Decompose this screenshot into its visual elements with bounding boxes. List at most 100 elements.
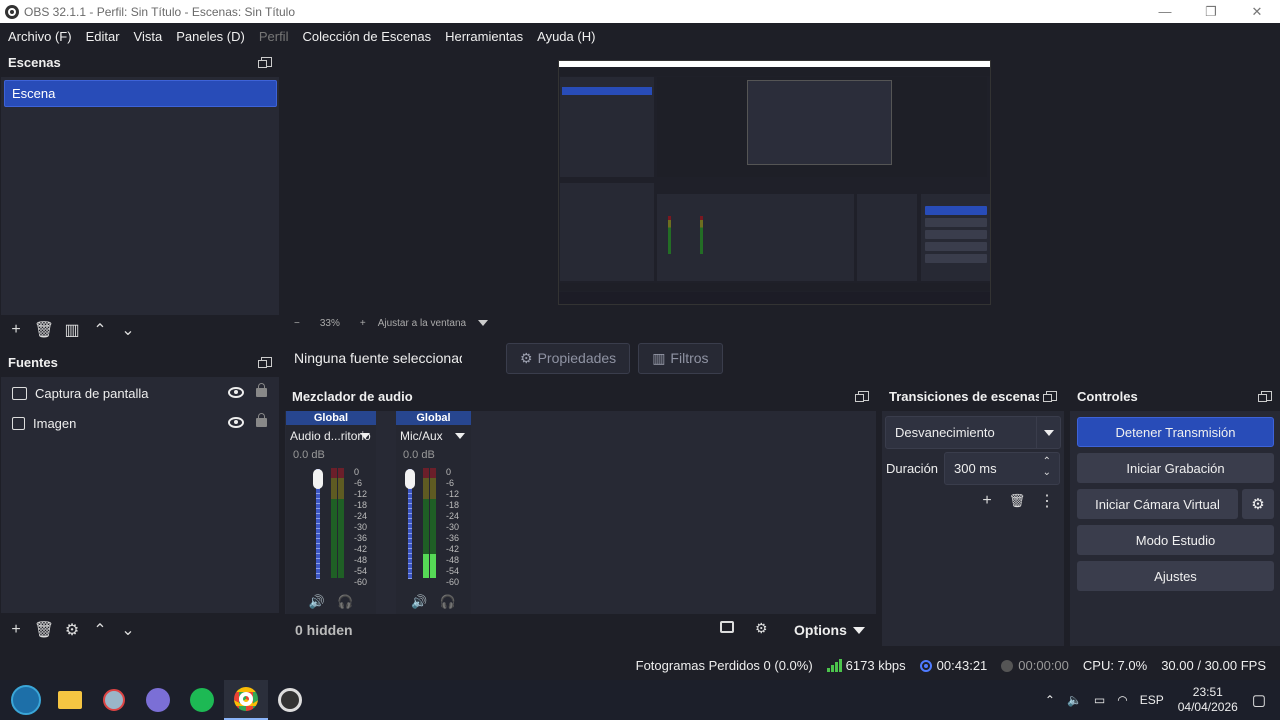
lock-icon[interactable] — [256, 383, 267, 397]
undock-icon[interactable] — [258, 57, 272, 68]
add-scene-button[interactable]: + — [2, 316, 30, 344]
filters-button[interactable]: ▥ Filtros — [638, 342, 723, 374]
chevron-down-icon — [455, 433, 465, 439]
menu-editar[interactable]: Editar — [79, 29, 127, 44]
spotify-icon[interactable] — [180, 680, 224, 720]
notifications-icon[interactable]: ▢ — [1252, 691, 1266, 709]
transition-selected: Desvanecimiento — [895, 425, 995, 440]
options-menu[interactable]: Options — [794, 622, 847, 638]
zoom-mode-select[interactable]: Ajustar a la ventana — [378, 318, 466, 329]
chevron-down-icon[interactable] — [478, 320, 489, 326]
battery-icon[interactable]: ▭ — [1094, 693, 1105, 707]
messenger-app-icon[interactable] — [136, 680, 180, 720]
delete-transition-button[interactable]: 🗑 — [1003, 487, 1031, 515]
chevron-up-icon[interactable]: ⌃ — [1043, 456, 1051, 467]
chevron-up-icon[interactable]: ⌃ — [1045, 693, 1055, 707]
studio-mode-button[interactable]: Modo Estudio — [1077, 525, 1274, 555]
move-up-button[interactable]: ⌃ — [86, 316, 114, 344]
zoom-in-button[interactable]: + — [360, 318, 366, 329]
chrome-icon[interactable] — [224, 680, 268, 720]
image-icon — [12, 416, 25, 430]
scene-filters-button[interactable]: ▥ — [58, 316, 86, 344]
monitor-icon — [12, 386, 27, 400]
channel-name-dropdown[interactable]: Audio d...ritorio — [286, 425, 376, 447]
mixer-channel: Global Mic/Aux 0.0 dB 0 -6 -12 -18 -24 -30 -36… — [396, 411, 471, 614]
file-explorer-icon[interactable] — [48, 680, 92, 720]
preview-canvas[interactable] — [558, 60, 991, 305]
undock-icon[interactable] — [258, 357, 272, 368]
stream-time-status: 00:43:21 — [919, 658, 987, 673]
menu-ayuda[interactable]: Ayuda (H) — [530, 29, 602, 44]
speaker-icon[interactable]: 🔊 — [411, 594, 427, 610]
obs-window: OBS 32.1.1 - Perfil: Sin Título - Escena… — [0, 0, 1280, 720]
menu-coleccion-escenas[interactable]: Colección de Escenas — [295, 29, 438, 44]
menu-perfil[interactable]: Perfil — [252, 29, 296, 44]
transition-more-icon[interactable]: ⋮ — [1033, 487, 1061, 515]
duration-value: 300 ms — [954, 461, 997, 476]
virtual-camera-settings-gear-icon[interactable]: ⚙ — [1242, 489, 1274, 519]
source-item[interactable]: Imagen — [1, 408, 280, 438]
visibility-eye-icon[interactable] — [228, 417, 244, 428]
move-down-button[interactable]: ⌄ — [114, 616, 142, 644]
maximize-button[interactable]: ❐ — [1188, 0, 1234, 23]
minimize-button[interactable]: — — [1142, 0, 1188, 23]
menu-archivo[interactable]: Archivo (F) — [1, 29, 79, 44]
language-indicator[interactable]: ESP — [1140, 693, 1164, 707]
channel-name: Audio d...ritorio — [290, 429, 371, 443]
preview-area[interactable] — [288, 49, 1280, 314]
wifi-icon[interactable]: ◠ — [1117, 693, 1127, 707]
headphones-mute-icon[interactable]: 🎧 — [440, 594, 456, 610]
volume-meter — [331, 468, 345, 578]
duration-spinbox[interactable]: 300 ms ⌃ ⌄ — [944, 452, 1060, 485]
add-transition-button[interactable]: + — [973, 487, 1001, 515]
undock-icon[interactable] — [1043, 391, 1057, 402]
menu-vista[interactable]: Vista — [127, 29, 170, 44]
undock-icon[interactable] — [1258, 391, 1272, 402]
start-virtual-camera-button[interactable]: Iniciar Cámara Virtual — [1077, 489, 1238, 519]
system-tray: ⌃ 🔈 ▭ ◠ ESP 23:51 04/04/2026 ▢ — [1039, 680, 1280, 720]
transitions-body: Desvanecimiento Duración 300 ms ⌃ ⌄ + 🗑 … — [882, 411, 1064, 646]
scene-item[interactable]: Escena — [4, 80, 277, 107]
channel-name-dropdown[interactable]: Mic/Aux — [396, 425, 471, 447]
menu-paneles[interactable]: Paneles (D) — [169, 29, 252, 44]
transition-select[interactable]: Desvanecimiento — [885, 416, 1061, 449]
meter-scale: 0 -6 -12 -18 -24 -30 -36 -42 -48 -54 -60 — [354, 467, 368, 587]
lock-icon[interactable] — [256, 413, 267, 427]
delete-source-button[interactable]: 🗑 — [30, 616, 58, 644]
zoom-out-button[interactable]: − — [294, 318, 300, 329]
source-item[interactable]: Captura de pantalla — [1, 378, 280, 408]
controls-dock: Controles Detener Transmisión Iniciar Gr… — [1069, 383, 1280, 646]
properties-label: Propiedades — [537, 350, 617, 366]
speaker-icon[interactable]: 🔊 — [309, 594, 325, 610]
volume-icon[interactable]: 🔈 — [1067, 693, 1082, 707]
delete-scene-button[interactable]: 🗑 — [30, 316, 58, 344]
scenes-dock: Escenas Escena + 🗑 ▥ ⌃ ⌄ — [0, 49, 280, 346]
record-time-status: 00:00:00 — [1001, 658, 1069, 673]
volume-fader-knob[interactable] — [405, 469, 415, 489]
paint-app-icon[interactable] — [92, 680, 136, 720]
layout-toggle-icon[interactable] — [720, 621, 734, 633]
clock[interactable]: 23:51 04/04/2026 — [1178, 685, 1238, 715]
obs-taskbar-icon[interactable] — [268, 680, 312, 720]
settings-button[interactable]: Ajustes — [1077, 561, 1274, 591]
visibility-eye-icon[interactable] — [228, 387, 244, 398]
advanced-audio-gear-icon[interactable]: ⚙ — [755, 620, 768, 637]
start-recording-button[interactable]: Iniciar Grabación — [1077, 453, 1274, 483]
source-properties-button[interactable]: ⚙ — [58, 616, 86, 644]
chevron-down-icon[interactable] — [853, 627, 865, 634]
move-up-button[interactable]: ⌃ — [86, 616, 114, 644]
move-down-button[interactable]: ⌄ — [114, 316, 142, 344]
status-bar: Fotogramas Perdidos 0 (0.0%) 6173 kbps 0… — [0, 652, 1280, 679]
close-button[interactable]: ✕ — [1234, 0, 1280, 23]
dropped-frames: Fotogramas Perdidos 0 (0.0%) — [635, 658, 813, 673]
start-globe-icon[interactable] — [4, 680, 48, 720]
headphones-mute-icon[interactable]: 🎧 — [337, 594, 353, 610]
volume-fader-knob[interactable] — [313, 469, 323, 489]
properties-button[interactable]: ⚙ Propiedades — [506, 342, 631, 374]
hidden-count: 0 hidden — [295, 622, 353, 638]
add-source-button[interactable]: + — [2, 616, 30, 644]
undock-icon[interactable] — [855, 391, 869, 402]
stop-streaming-button[interactable]: Detener Transmisión — [1077, 417, 1274, 447]
menu-herramientas[interactable]: Herramientas — [438, 29, 530, 44]
chevron-down-icon[interactable]: ⌄ — [1043, 467, 1051, 478]
